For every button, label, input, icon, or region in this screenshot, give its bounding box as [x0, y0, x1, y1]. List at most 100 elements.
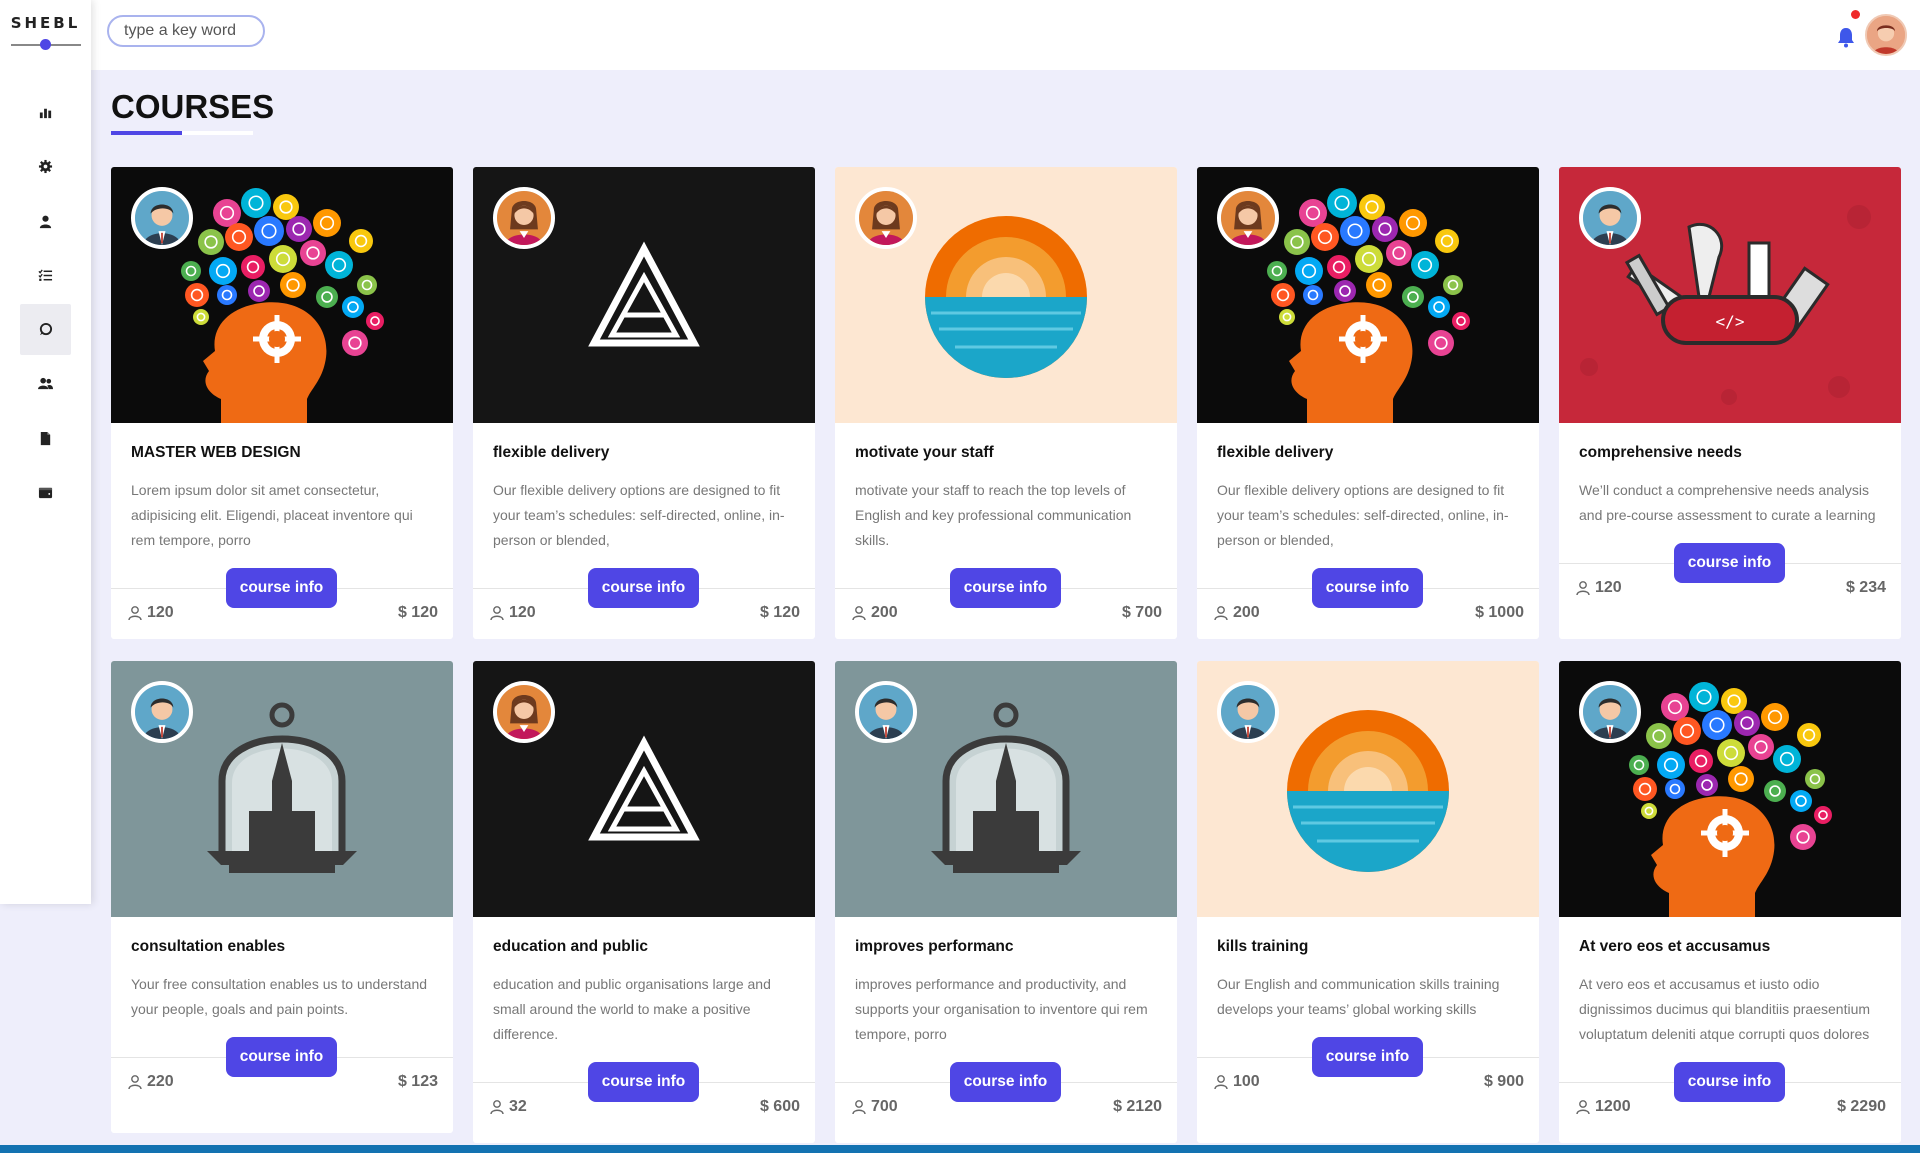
course-price: $ 600 [759, 1098, 800, 1115]
course-info-button[interactable]: course info [226, 568, 337, 608]
students-value: 200 [871, 604, 898, 621]
students-value: 200 [1233, 604, 1260, 621]
course-price: $ 700 [1121, 604, 1162, 621]
course-info-button[interactable]: course info [1674, 543, 1785, 583]
course-card: MASTER WEB DESIGN Lorem ipsum dolor sit … [111, 167, 453, 639]
brand-dot [40, 39, 51, 50]
sidebar-item-settings[interactable] [20, 141, 71, 192]
bell-icon[interactable] [1835, 26, 1857, 48]
man-avatar-art [1583, 685, 1637, 739]
students-value: 220 [147, 1073, 174, 1090]
user-outline-icon [128, 606, 142, 621]
course-title: motivate your staff [855, 444, 994, 461]
sidebar-item-documents[interactable] [20, 413, 71, 464]
course-description: education and public organisations large… [493, 976, 771, 1042]
page-title: COURSES [111, 88, 275, 125]
notification-badge [1851, 10, 1860, 19]
students-value: 120 [147, 604, 174, 621]
students-value: 120 [509, 604, 536, 621]
instructor-avatar [1579, 681, 1641, 743]
course-title: comprehensive needs [1579, 444, 1742, 461]
course-description: Your free consultation enables us to und… [131, 976, 428, 1017]
sidebar: SHEBL [0, 0, 91, 904]
course-card: consultation enables Your free consultat… [111, 661, 453, 1133]
woman-avatar-art [497, 685, 551, 739]
students-count: 120 [127, 604, 174, 622]
sidebar-item-team[interactable] [20, 358, 71, 409]
course-price: $ 1000 [1475, 604, 1524, 621]
user-outline-icon [852, 1100, 866, 1115]
course-title: MASTER WEB DESIGN [131, 444, 301, 461]
avatar[interactable] [1865, 14, 1907, 56]
instructor-avatar [1217, 681, 1279, 743]
instructor-avatar [1217, 187, 1279, 249]
man-avatar-art [1583, 191, 1637, 245]
course-price: $ 120 [759, 604, 800, 621]
user-outline-icon [1214, 606, 1228, 621]
man-avatar-art [859, 685, 913, 739]
instructor-avatar [855, 681, 917, 743]
user-outline-icon [1576, 581, 1590, 596]
course-description: Our flexible delivery options are design… [493, 482, 785, 548]
course-info-button[interactable]: course info [1312, 568, 1423, 608]
man-avatar-art [135, 191, 189, 245]
course-card: education and public education and publi… [473, 661, 815, 1143]
course-info-button[interactable]: course info [588, 568, 699, 608]
users-icon [38, 377, 53, 390]
course-title: At vero eos et accusamus [1579, 938, 1771, 955]
search-input[interactable] [107, 15, 265, 47]
course-description: Lorem ipsum dolor sit amet consectetur, … [131, 482, 413, 548]
course-title: kills training [1217, 938, 1309, 955]
instructor-avatar [493, 681, 555, 743]
course-card: motivate your staff motivate your staff … [835, 167, 1177, 639]
students-count: 100 [1213, 1073, 1260, 1091]
course-description: At vero eos et accusamus et iusto odio d… [1579, 976, 1871, 1042]
course-price: $ 2290 [1837, 1098, 1886, 1115]
students-value: 100 [1233, 1073, 1260, 1090]
sidebar-item-messages[interactable] [20, 304, 71, 355]
sidebar-item-tasks[interactable] [20, 250, 71, 301]
course-title: flexible delivery [493, 444, 610, 461]
course-info-button[interactable]: course info [950, 568, 1061, 608]
course-info-button[interactable]: course info [950, 1062, 1061, 1102]
woman-avatar-art [497, 191, 551, 245]
man-avatar-art [135, 685, 189, 739]
course-description: Our flexible delivery options are design… [1217, 482, 1509, 548]
man-avatar-art [1221, 685, 1275, 739]
title-underline-accent [111, 131, 182, 135]
sidebar-item-profile[interactable] [20, 196, 71, 247]
course-title: flexible delivery [1217, 444, 1334, 461]
students-count: 700 [851, 1098, 898, 1116]
students-count: 120 [1575, 579, 1622, 597]
course-card: At vero eos et accusamus At vero eos et … [1559, 661, 1901, 1143]
brand-logo: SHEBL [10, 14, 81, 32]
sidebar-item-dashboard[interactable] [20, 87, 71, 138]
course-price: $ 123 [397, 1073, 438, 1090]
students-value: 32 [509, 1098, 527, 1115]
user-outline-icon [490, 606, 504, 621]
user-outline-icon [852, 606, 866, 621]
svg-text:</>: </> [1716, 312, 1745, 331]
course-info-button[interactable]: course info [1674, 1062, 1785, 1102]
user-outline-icon [128, 1075, 142, 1090]
students-count: 120 [489, 604, 536, 622]
course-info-button[interactable]: course info [1312, 1037, 1423, 1077]
students-count: 200 [851, 604, 898, 622]
course-info-button[interactable]: course info [588, 1062, 699, 1102]
checklist-icon [38, 269, 53, 281]
course-price: $ 120 [397, 604, 438, 621]
course-description: We’ll conduct a comprehensive needs anal… [1579, 482, 1876, 523]
bar-chart-icon [39, 108, 52, 119]
students-value: 120 [1595, 579, 1622, 596]
students-count: 200 [1213, 604, 1260, 622]
students-count: 1200 [1575, 1098, 1631, 1116]
instructor-avatar [131, 681, 193, 743]
gear-icon [38, 159, 53, 174]
course-card: flexible delivery Our flexible delivery … [1197, 167, 1539, 639]
user-outline-icon [1214, 1075, 1228, 1090]
course-info-button[interactable]: course info [226, 1037, 337, 1077]
woman-avatar-art [859, 191, 913, 245]
instructor-avatar [855, 187, 917, 249]
sidebar-item-wallet[interactable] [20, 467, 71, 518]
course-card: improves performanc improves performance… [835, 661, 1177, 1143]
